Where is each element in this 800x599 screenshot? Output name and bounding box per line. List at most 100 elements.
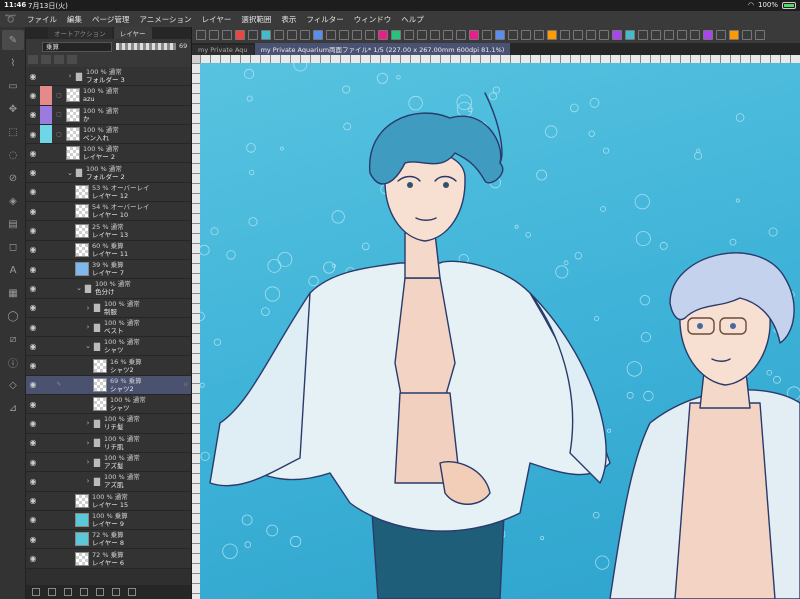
layer-row[interactable]: ◉ 72 % 乗算 レイヤー 6 [26, 549, 191, 569]
navigator-icon[interactable]: ⊿ [2, 398, 24, 418]
eye-icon[interactable]: ◉ [26, 434, 40, 452]
layer-row[interactable]: ◉ ▢ 100 % 通常か [26, 105, 191, 125]
layers-icon[interactable]: ◇ [2, 375, 24, 395]
clear-icon[interactable] [261, 30, 271, 40]
toolbar-button-icon[interactable] [716, 30, 726, 40]
layer-check-icon[interactable] [54, 241, 64, 259]
shape-tool-icon[interactable]: ◻ [2, 237, 24, 257]
undo-icon[interactable] [235, 30, 245, 40]
text-tool-icon[interactable]: A [2, 260, 24, 280]
eye-icon[interactable]: ◉ [26, 202, 40, 220]
layer-check-icon[interactable] [54, 337, 64, 355]
eye-icon[interactable]: ◉ [26, 221, 40, 239]
folder-toggle-icon[interactable]: › [84, 458, 92, 466]
layer-row[interactable]: ◉ 100 % 通常 レイヤー 2 [26, 144, 191, 164]
toolbar-button-icon[interactable] [599, 30, 609, 40]
toolbar-button-icon[interactable] [456, 30, 466, 40]
menu-selection[interactable]: 選択範囲 [236, 14, 276, 25]
menu-edit[interactable]: 編集 [62, 14, 87, 25]
merge-icon[interactable] [96, 588, 104, 596]
layer-row[interactable]: ◉ 39 % 乗算 レイヤー 7 [26, 259, 191, 280]
layer-row[interactable]: ◉ › ▇ 100 % 通常 リチ肌 [26, 433, 191, 453]
toolbar-button-icon[interactable] [664, 30, 674, 40]
layer-check-icon[interactable] [54, 395, 64, 413]
folder-toggle-icon[interactable]: ⌄ [84, 342, 92, 350]
folder-toggle-icon[interactable]: ⌄ [66, 169, 74, 177]
layer-row[interactable]: ◉ ▢ 100 % 通常 ペン入れ [26, 124, 191, 145]
toolbar-button-icon[interactable] [378, 30, 388, 40]
eye-icon[interactable]: ◉ [26, 125, 40, 143]
layer-check-icon[interactable] [54, 260, 64, 278]
drawing-canvas[interactable] [200, 63, 800, 599]
toolbar-button-icon[interactable] [391, 30, 401, 40]
toolbar-button-icon[interactable] [417, 30, 427, 40]
menu-filter[interactable]: フィルター [301, 14, 348, 25]
layer-check-icon[interactable]: ▢ [54, 125, 64, 143]
menu-animation[interactable]: アニメーション [134, 14, 196, 25]
toolbar-button-icon[interactable] [547, 30, 557, 40]
eye-icon[interactable]: ◉ [26, 144, 40, 162]
layer-check-icon[interactable] [54, 183, 64, 201]
layer-check-icon[interactable] [54, 453, 64, 471]
eye-icon[interactable]: ◉ [26, 299, 40, 317]
eraser-tool-icon[interactable]: ▭ [2, 76, 24, 96]
eye-icon[interactable]: ◉ [26, 318, 40, 336]
layer-row[interactable]: ◉ ✎ 69 % 乗算 シャツ2 ≡ [26, 375, 191, 396]
eye-icon[interactable]: ◉ [26, 163, 40, 181]
new-vector-icon[interactable] [48, 588, 56, 596]
eye-icon[interactable]: ◉ [26, 67, 40, 85]
menu-view[interactable]: 表示 [276, 14, 301, 25]
duplicate-icon[interactable] [112, 588, 120, 596]
layer-row[interactable]: ◉ 100 % 通常 レイヤー 15 [26, 491, 191, 511]
layer-row[interactable]: ◉ › ▇ 100 % 通常 制服 [26, 298, 191, 318]
pen-tool-icon[interactable]: ✎ [2, 30, 24, 50]
pen-icon[interactable]: ✎ [54, 376, 64, 394]
layer-row[interactable]: ◉ › ▇ 100 % 通常 アズ髪 [26, 452, 191, 473]
layer-check-icon[interactable] [54, 414, 64, 432]
layer-row[interactable]: ◉ ⌄ ▇ 100 % 通常 色分け [26, 279, 191, 299]
layer-check-icon[interactable]: ▢ [54, 106, 64, 124]
layer-check-icon[interactable] [54, 163, 64, 181]
layer-check-icon[interactable] [54, 221, 64, 239]
new-folder-icon[interactable] [64, 588, 72, 596]
doc-tab-2[interactable]: my Private Aquarium両面ファイル* 1/5 (227.00 x… [254, 43, 511, 55]
toolbar-button-icon[interactable] [534, 30, 544, 40]
menu-layer[interactable]: レイヤー [197, 14, 237, 25]
layer-row[interactable]: ◉ 25 % 通常 レイヤー 13 [26, 221, 191, 241]
layer-row[interactable]: ◉ ⌄ ▇ 100 % 通常 フォルダー 2 [26, 163, 191, 183]
doc-tab-1[interactable]: my Private Aqu [192, 45, 254, 55]
toolbar-button-icon[interactable] [443, 30, 453, 40]
eye-icon[interactable]: ◉ [26, 279, 40, 297]
info-icon[interactable]: ⓘ [2, 352, 24, 372]
eye-icon[interactable]: ◉ [26, 395, 40, 413]
toolbar-button-icon[interactable] [703, 30, 713, 40]
toolbar-button-icon[interactable] [521, 30, 531, 40]
layer-check-icon[interactable] [54, 472, 64, 490]
toolbar-button-icon[interactable] [365, 30, 375, 40]
redo-icon[interactable] [248, 30, 258, 40]
snap-icon[interactable] [313, 30, 323, 40]
toolbar-button-icon[interactable] [729, 30, 739, 40]
layer-check-icon[interactable] [54, 279, 64, 297]
eye-icon[interactable]: ◉ [26, 414, 40, 432]
move-tool-icon[interactable]: ✥ [2, 99, 24, 119]
layer-row[interactable]: ◉ 16 % 乗算 シャツ2 [26, 356, 191, 376]
eye-icon[interactable]: ◉ [26, 86, 40, 104]
menu-page[interactable]: ページ管理 [87, 14, 134, 25]
reference-icon[interactable] [41, 55, 51, 64]
trash-icon[interactable] [128, 588, 136, 596]
layer-row[interactable]: ◉ 53 % オーバーレイ レイヤー 12 [26, 182, 191, 203]
menu-icon[interactable] [196, 30, 206, 40]
toolbar-button-icon[interactable] [755, 30, 765, 40]
eye-icon[interactable]: ◉ [26, 472, 40, 490]
brush-tool-icon[interactable]: ⌇ [2, 53, 24, 73]
lock-icon[interactable] [54, 55, 64, 64]
eye-icon[interactable]: ◉ [26, 356, 40, 374]
layer-check-icon[interactable] [54, 434, 64, 452]
rotate-icon[interactable] [287, 30, 297, 40]
eye-icon[interactable]: ◉ [26, 241, 40, 259]
eye-icon[interactable]: ◉ [26, 453, 40, 471]
toolbar-button-icon[interactable] [495, 30, 505, 40]
layer-row[interactable]: ◉ 54 % オーバーレイ レイヤー 10 [26, 202, 191, 222]
toolbar-button-icon[interactable] [469, 30, 479, 40]
